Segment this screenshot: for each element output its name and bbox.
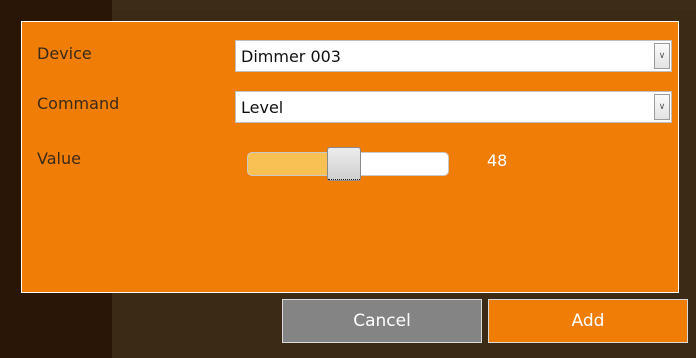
device-select-value: Dimmer 003 [241,47,341,66]
cancel-button[interactable]: Cancel [282,299,482,343]
chevron-down-icon[interactable]: ∨ [654,94,670,120]
value-slider-readout: 48 [487,151,508,170]
add-button[interactable]: Add [488,299,688,343]
command-select-value: Level [241,98,284,117]
value-slider-handle[interactable] [327,147,361,181]
dialog-backdrop: Device Dimmer 003 ∨ Command Level ∨ Valu… [0,0,696,358]
value-label: Value [37,149,81,168]
command-select[interactable]: Level ∨ [235,91,672,123]
device-select[interactable]: Dimmer 003 ∨ [235,40,672,72]
command-label: Command [37,94,120,113]
device-label: Device [37,44,92,63]
add-command-form-panel: Device Dimmer 003 ∨ Command Level ∨ Valu… [21,21,679,293]
background-top-bar [112,0,696,10]
chevron-down-icon[interactable]: ∨ [654,43,670,69]
